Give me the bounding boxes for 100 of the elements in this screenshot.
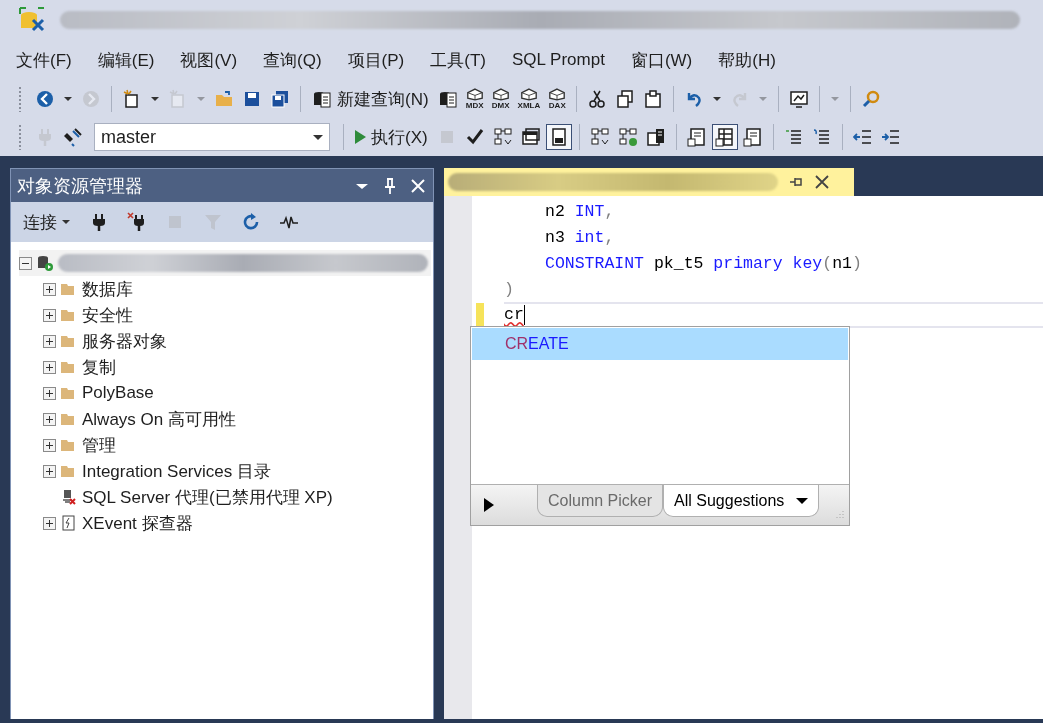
- play-icon[interactable]: [483, 497, 495, 513]
- menu-item[interactable]: 窗口(W): [620, 44, 703, 76]
- checkmark-icon: [464, 127, 485, 147]
- code-text: n3: [545, 227, 566, 247]
- tree-item[interactable]: Always On 高可用性: [82, 407, 236, 431]
- caret-icon: [62, 220, 70, 224]
- connect-button[interactable]: 连接: [19, 208, 74, 236]
- tree-item[interactable]: 数据库: [82, 277, 133, 301]
- results-pane-button[interactable]: [545, 124, 572, 150]
- file-results-icon: [742, 127, 763, 147]
- diagram-icon: [589, 127, 610, 147]
- uncomment-lines-icon: [811, 127, 832, 147]
- tree-item[interactable]: Integration Services 目录: [82, 459, 271, 483]
- cube-icon: [491, 88, 510, 101]
- grid-results-icon: [714, 127, 735, 147]
- disconnect-icon: [127, 212, 147, 232]
- search-icon: [861, 89, 882, 109]
- tree-item[interactable]: PolyBase: [82, 383, 154, 403]
- sql-keyword: INT: [574, 201, 605, 221]
- collapse-toggle[interactable]: [19, 256, 32, 270]
- caret-icon: [759, 97, 768, 101]
- text-results-icon: [686, 127, 707, 147]
- cube-icon: [465, 88, 484, 101]
- execute-button[interactable]: 执行(X): [351, 123, 432, 151]
- caret-icon: [64, 97, 72, 101]
- expand-toggle[interactable]: [43, 438, 56, 452]
- text-cursor: [523, 305, 526, 325]
- database-document-icon: [312, 89, 332, 109]
- resize-grip-icon[interactable]: [833, 509, 845, 521]
- tree-item[interactable]: 管理: [82, 433, 116, 457]
- tree-item[interactable]: XEvent 探查器: [82, 511, 193, 535]
- query-type-button[interactable]: MDX: [462, 88, 487, 110]
- caret-icon: [831, 97, 840, 101]
- grid-results-button[interactable]: [711, 124, 738, 150]
- expand-toggle[interactable]: [43, 360, 56, 374]
- menu-item[interactable]: 查询(Q): [253, 44, 332, 76]
- sql-keyword: primary key: [713, 253, 823, 273]
- menu-item[interactable]: 文件(F): [6, 44, 82, 76]
- caret-icon: [313, 134, 323, 140]
- expand-toggle[interactable]: [43, 308, 56, 322]
- new-query-button[interactable]: 新建查询(N): [308, 85, 433, 113]
- close-icon[interactable]: [409, 176, 427, 195]
- database-query-icon: [437, 89, 458, 109]
- caret-icon: [713, 97, 722, 101]
- menu-item[interactable]: 视图(V): [170, 44, 248, 76]
- code-text: ,: [604, 227, 615, 247]
- indent-icon: [880, 127, 901, 147]
- database-dropdown[interactable]: master: [94, 123, 330, 151]
- diagram-check-icon: [617, 127, 638, 147]
- diagram-icon: [492, 127, 513, 147]
- expand-toggle[interactable]: [43, 516, 56, 530]
- back-icon: [35, 89, 55, 109]
- expand-toggle[interactable]: [43, 464, 56, 478]
- suggestion-tab[interactable]: All Suggestions: [663, 485, 820, 517]
- tree-item[interactable]: 服务器对象: [82, 329, 167, 353]
- sql-keyword: int: [574, 227, 605, 247]
- caret-icon: [151, 97, 159, 101]
- sql-keyword: CONSTRAINT: [545, 253, 645, 273]
- xevent-icon: [60, 514, 78, 532]
- code-text: (: [822, 253, 833, 273]
- caret-icon: [796, 497, 809, 504]
- tree-item[interactable]: SQL Server 代理(已禁用代理 XP): [82, 485, 333, 509]
- save-icon: [242, 89, 262, 109]
- code-text: n1: [832, 253, 852, 273]
- query-type-button[interactable]: XMLA: [514, 88, 544, 110]
- code-text: ,: [604, 201, 615, 221]
- folder-icon: [214, 89, 234, 109]
- menu-item[interactable]: 帮助(H): [708, 44, 786, 76]
- tree-item[interactable]: 复制: [82, 355, 116, 379]
- query-type-button[interactable]: DAX: [545, 88, 570, 110]
- panel-title: 对象资源管理器: [17, 174, 144, 198]
- menu-item[interactable]: SQL Prompt: [502, 46, 615, 74]
- code-text: pk_t5: [652, 253, 705, 273]
- code-text: ): [504, 279, 514, 299]
- app-icon: [18, 6, 46, 34]
- suggestion-item[interactable]: CREATE: [472, 328, 848, 360]
- caret-icon: [197, 97, 205, 101]
- scissors-icon: [587, 89, 608, 109]
- expand-toggle[interactable]: [43, 412, 56, 426]
- cube-icon: [548, 88, 567, 101]
- expand-toggle[interactable]: [43, 334, 56, 348]
- expand-toggle[interactable]: [43, 386, 56, 400]
- menu-item[interactable]: 工具(T): [420, 44, 496, 76]
- filter-icon: [203, 212, 223, 232]
- query-type-button[interactable]: DMX: [488, 88, 513, 110]
- close-icon[interactable]: [814, 174, 830, 190]
- comment-lines-icon: [783, 127, 804, 147]
- code-text: ): [852, 253, 862, 273]
- code-text: cr: [504, 305, 524, 325]
- cube-icon: [519, 88, 538, 101]
- menu-item[interactable]: 项目(P): [337, 44, 415, 76]
- menu-item[interactable]: 编辑(E): [87, 44, 165, 76]
- copy-icon: [615, 89, 636, 109]
- tree-item[interactable]: 安全性: [82, 303, 133, 327]
- window-icon: [520, 127, 541, 147]
- monitor-icon: [789, 89, 810, 109]
- forward-icon: [81, 89, 101, 109]
- clipboard-icon: [643, 89, 664, 109]
- suggestion-tab[interactable]: Column Picker: [537, 485, 664, 517]
- expand-toggle[interactable]: [43, 282, 56, 296]
